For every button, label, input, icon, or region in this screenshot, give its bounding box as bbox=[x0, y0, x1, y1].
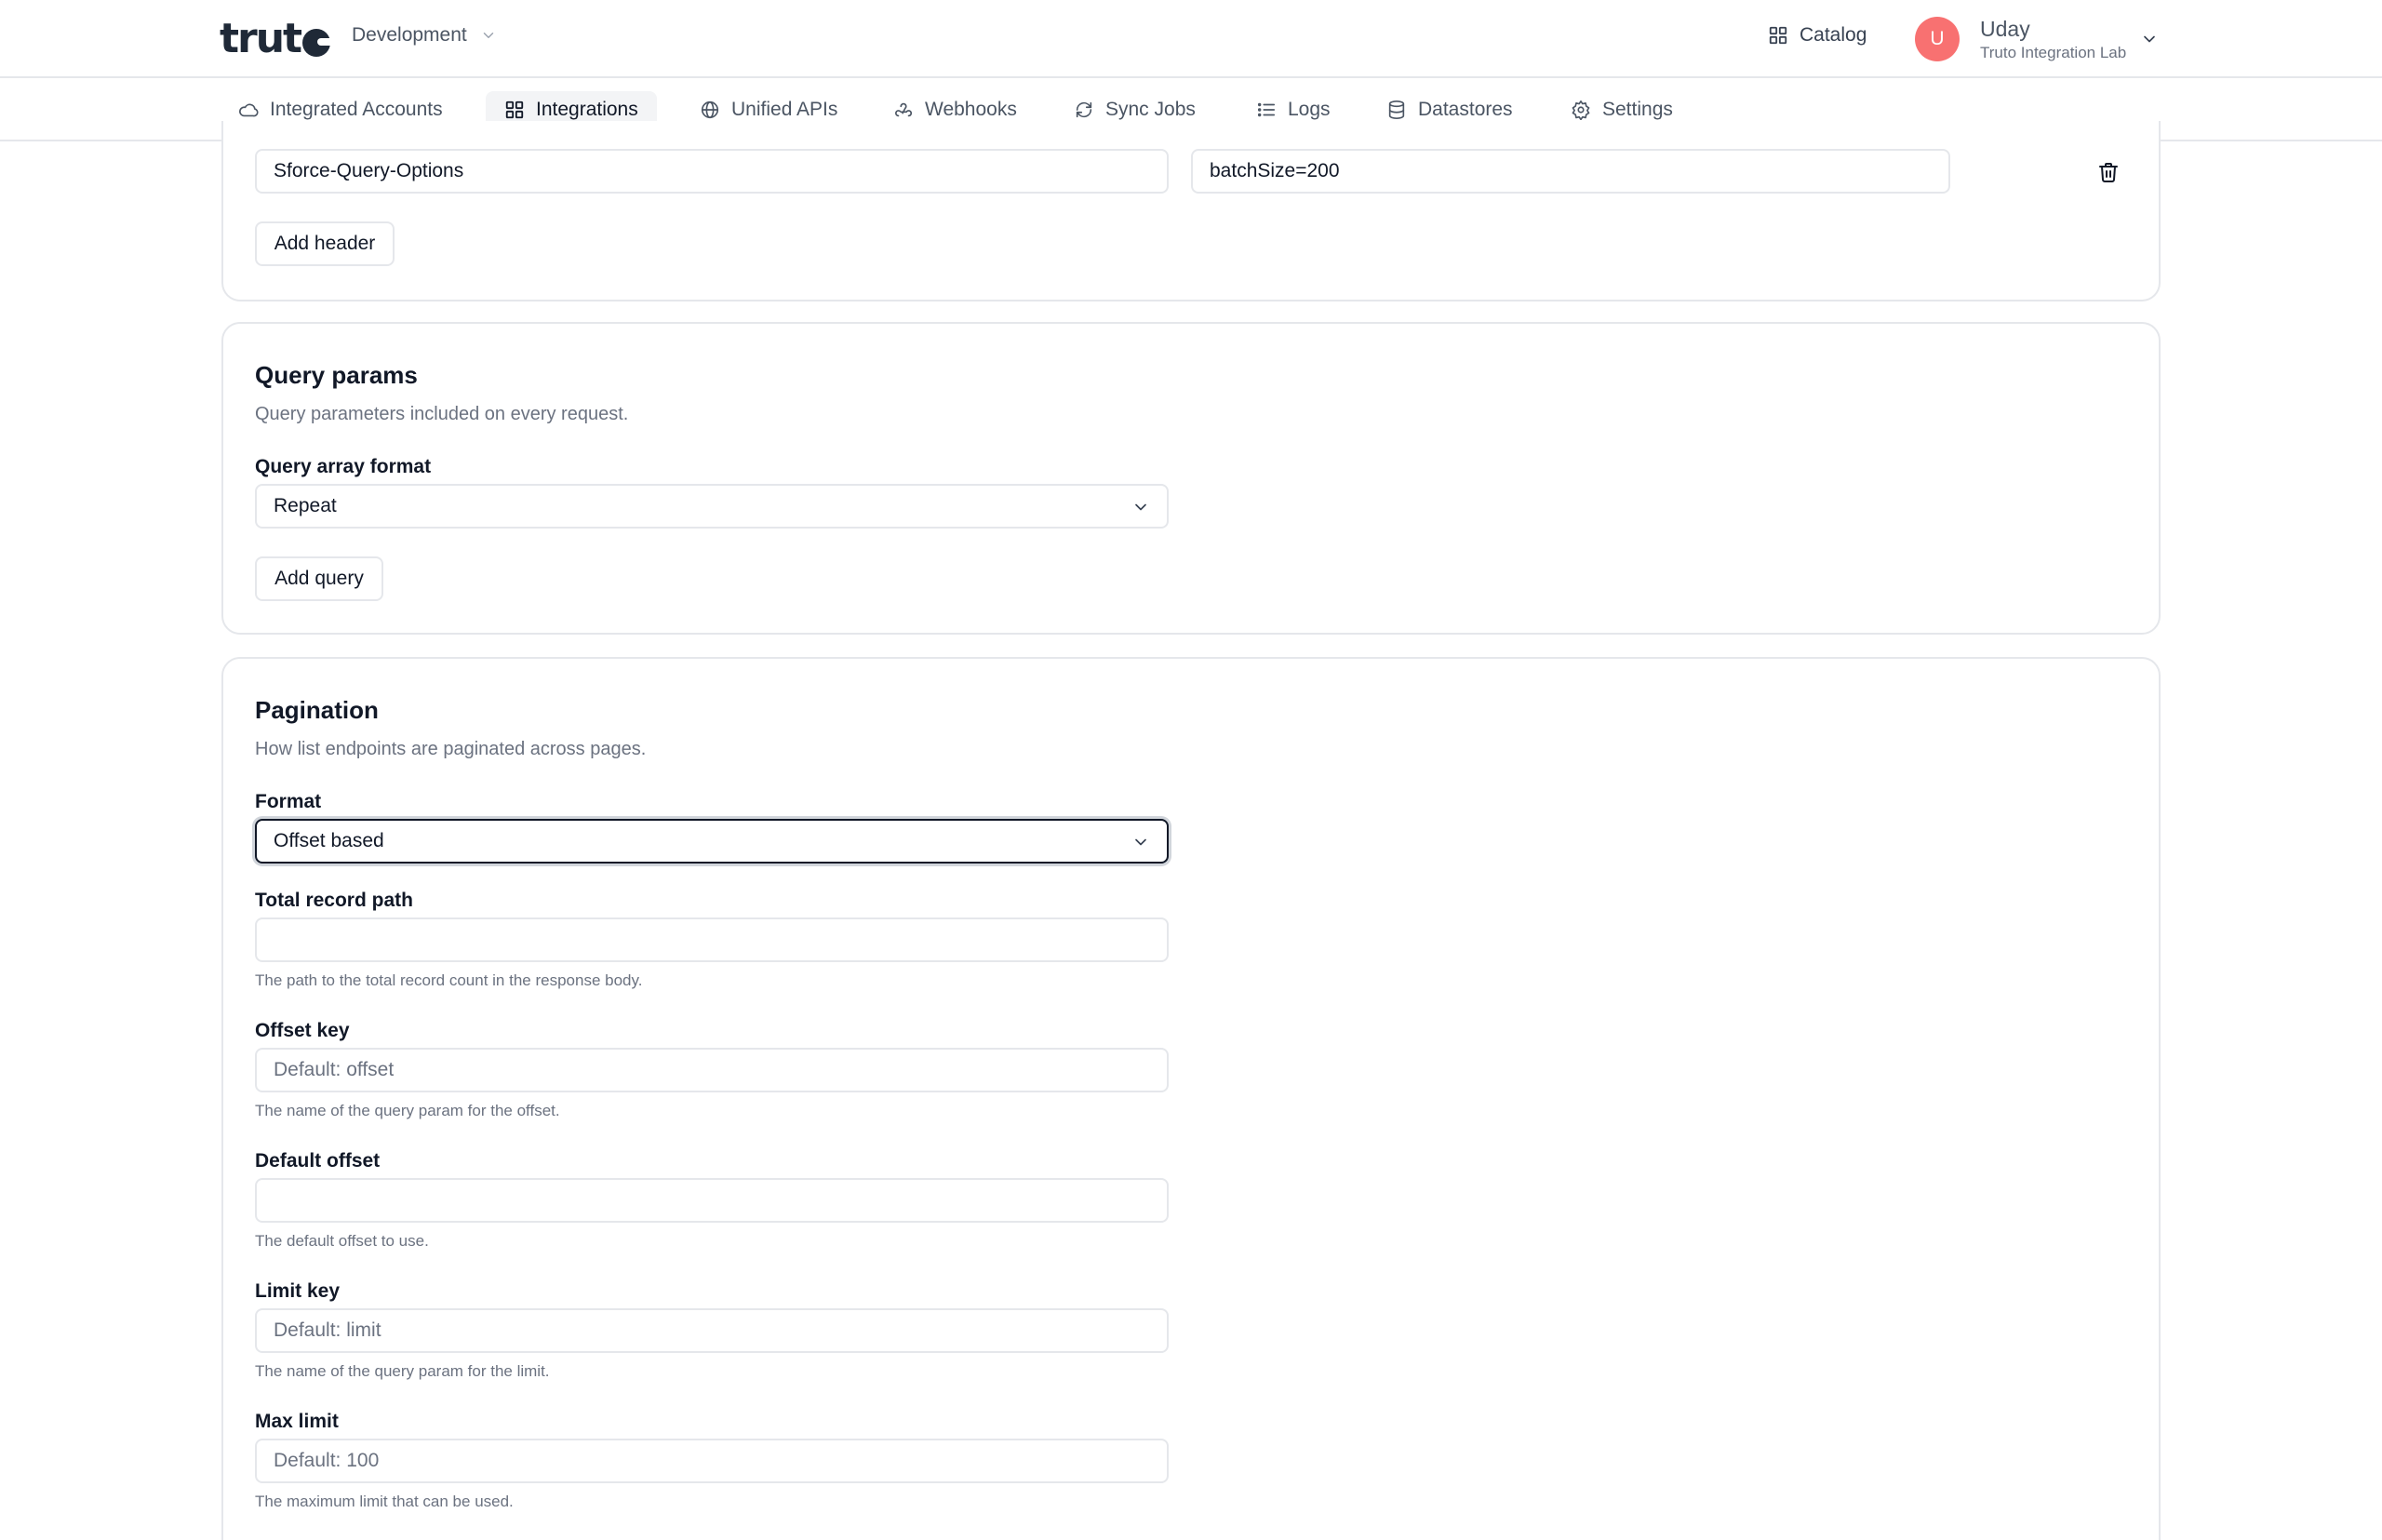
pagination-description: How list endpoints are paginated across … bbox=[255, 739, 647, 759]
max-limit-input[interactable]: Default: 100 bbox=[255, 1439, 1169, 1483]
cloud-icon bbox=[239, 103, 259, 117]
limit-key-label: Limit key bbox=[255, 1280, 341, 1302]
chevron-down-icon bbox=[483, 33, 493, 38]
limit-key-input[interactable]: Default: limit bbox=[255, 1308, 1169, 1353]
top-header: trut Development Catalog U Uday Truto In… bbox=[0, 0, 2382, 78]
headers-card: Sforce-Query-Options batchSize=200 Add h… bbox=[221, 121, 2161, 301]
header-key-input[interactable]: Sforce-Query-Options bbox=[255, 149, 1169, 194]
environment-label: Development bbox=[352, 24, 467, 46]
chevron-down-icon bbox=[1135, 838, 1146, 846]
total-record-path-hint: The path to the total record count in th… bbox=[255, 971, 643, 989]
chevron-down-icon bbox=[1135, 503, 1146, 511]
gear-icon bbox=[1572, 100, 1590, 120]
query-params-card: Query params Query parameters included o… bbox=[221, 322, 2161, 635]
trash-icon[interactable] bbox=[2097, 160, 2120, 184]
query-params-description: Query parameters included on every reque… bbox=[255, 404, 629, 424]
truto-logo[interactable]: trut bbox=[220, 15, 333, 62]
catalog-button[interactable]: Catalog bbox=[1768, 24, 1867, 47]
header-value-input[interactable]: batchSize=200 bbox=[1191, 149, 1950, 194]
database-icon bbox=[1388, 100, 1405, 119]
query-array-format-value: Repeat bbox=[274, 495, 337, 516]
max-limit-hint: The maximum limit that can be used. bbox=[255, 1493, 514, 1510]
webhook-icon bbox=[895, 102, 913, 117]
user-org: Truto Integration Lab bbox=[1980, 44, 2127, 61]
max-limit-label: Max limit bbox=[255, 1411, 339, 1432]
limit-key-hint: The name of the query param for the limi… bbox=[255, 1362, 550, 1380]
query-array-format-label: Query array format bbox=[255, 456, 432, 477]
globe-icon bbox=[701, 100, 719, 119]
environment-selector[interactable]: Development bbox=[352, 24, 497, 47]
pagination-format-value: Offset based bbox=[274, 830, 384, 851]
query-array-format-select[interactable]: Repeat bbox=[255, 484, 1169, 529]
add-header-button[interactable]: Add header bbox=[255, 221, 395, 266]
offset-key-hint: The name of the query param for the offs… bbox=[255, 1102, 560, 1119]
pagination-format-select[interactable]: Offset based bbox=[255, 819, 1169, 864]
total-record-path-input[interactable] bbox=[255, 917, 1169, 962]
format-label: Format bbox=[255, 791, 322, 812]
pagination-title: Pagination bbox=[255, 696, 379, 724]
catalog-label: Catalog bbox=[1800, 24, 1867, 46]
default-offset-input[interactable] bbox=[255, 1178, 1169, 1223]
logo-text: trut bbox=[220, 15, 302, 62]
logo-mark bbox=[302, 29, 333, 57]
default-offset-label: Default offset bbox=[255, 1150, 381, 1172]
sync-icon bbox=[1076, 101, 1092, 118]
default-offset-hint: The default offset to use. bbox=[255, 1232, 429, 1250]
user-menu[interactable]: U Uday Truto Integration Lab bbox=[1915, 15, 2155, 63]
chevron-down-icon bbox=[2144, 35, 2155, 43]
list-icon bbox=[1257, 102, 1276, 117]
avatar: U bbox=[1915, 17, 1960, 61]
offset-key-input[interactable]: Default: offset bbox=[255, 1048, 1169, 1092]
grid-icon bbox=[505, 100, 524, 119]
offset-key-label: Offset key bbox=[255, 1020, 350, 1041]
user-name: Uday bbox=[1980, 17, 2030, 41]
grid-icon bbox=[1769, 26, 1787, 45]
pagination-card: Pagination How list endpoints are pagina… bbox=[221, 657, 2161, 1540]
add-query-button[interactable]: Add query bbox=[255, 556, 383, 601]
total-record-path-label: Total record path bbox=[255, 890, 413, 911]
query-params-title: Query params bbox=[255, 361, 418, 389]
